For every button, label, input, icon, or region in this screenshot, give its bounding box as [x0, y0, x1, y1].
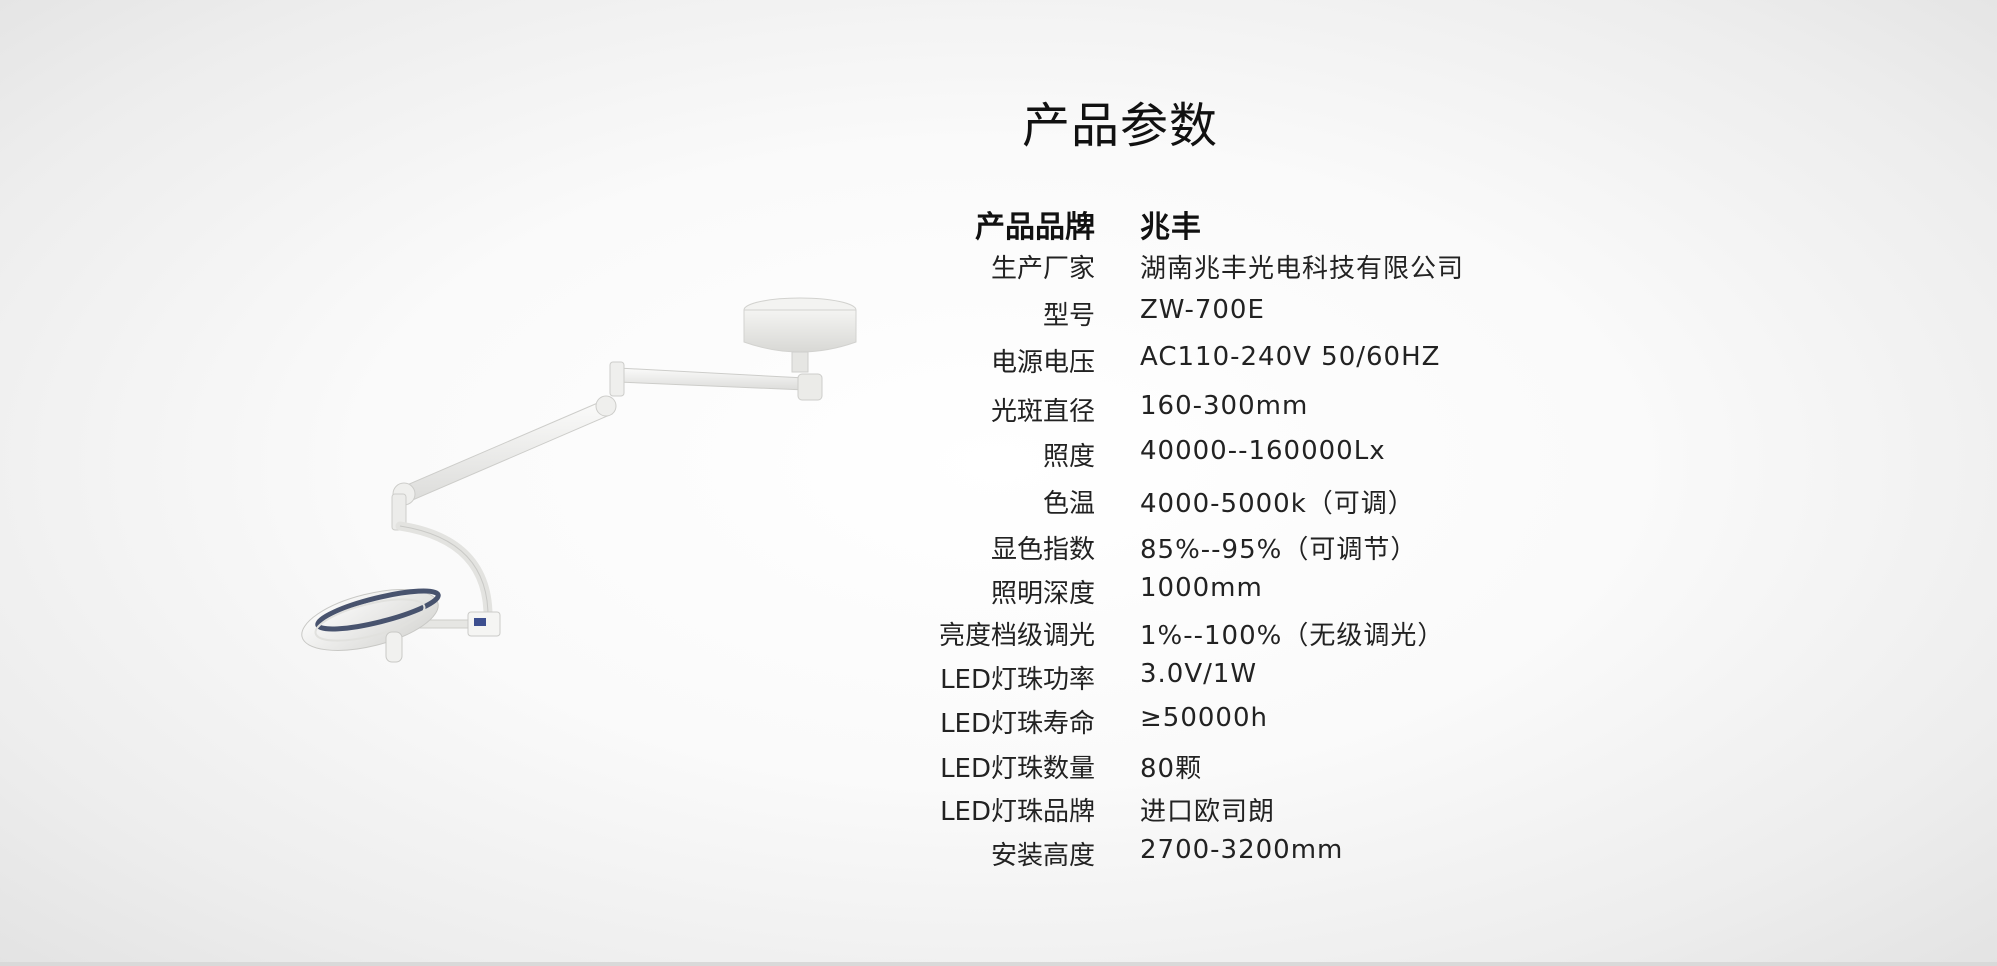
spec-value: 40000--160000Lx [1140, 436, 1386, 466]
spec-label: 型号 [1042, 301, 1095, 331]
spec-row: 照度 40000--160000Lx [0, 436, 1997, 476]
spec-row: 生产厂家 湖南兆丰光电科技有限公司 [0, 248, 1997, 288]
spec-label: 生产厂家 [990, 254, 1095, 284]
spec-label: 光斑直径 [990, 397, 1095, 427]
spec-value: ≥50000h [1140, 703, 1268, 733]
spec-label: 显色指数 [990, 535, 1095, 565]
spec-value: 4000-5000k（可调） [1140, 489, 1415, 519]
spec-label: LED灯珠寿命 [940, 709, 1095, 739]
spec-row: LED灯珠功率 3.0V/1W [0, 659, 1997, 699]
spec-label: 产品品牌 [975, 210, 1095, 245]
spec-label: 安装高度 [990, 841, 1095, 871]
spec-value: 3.0V/1W [1140, 659, 1258, 689]
spec-value: 80颗 [1140, 754, 1203, 784]
spec-row: 照明深度 1000mm [0, 573, 1997, 613]
spec-value: 进口欧司朗 [1140, 797, 1276, 827]
spec-label: LED灯珠品牌 [940, 797, 1095, 827]
spec-value: 兆丰 [1140, 210, 1202, 245]
spec-value: 85%--95%（可调节） [1140, 535, 1418, 565]
spec-label: LED灯珠数量 [940, 754, 1095, 784]
spec-label: 亮度档级调光 [938, 621, 1095, 651]
spec-label: LED灯珠功率 [940, 665, 1095, 695]
spec-row: 产品品牌 兆丰 [0, 202, 1997, 245]
spec-row: LED灯珠品牌 进口欧司朗 [0, 791, 1997, 831]
spec-label: 色温 [1042, 489, 1095, 519]
spec-row: LED灯珠数量 80颗 [0, 748, 1997, 788]
spec-label: 电源电压 [990, 348, 1095, 378]
spec-row: 电源电压 AC110-240V 50/60HZ [0, 342, 1997, 382]
spec-row: 光斑直径 160-300mm [0, 391, 1997, 431]
spec-value: 1000mm [1140, 573, 1263, 603]
spec-label: 照度 [1042, 442, 1095, 472]
page-title: 产品参数 [1021, 98, 1218, 154]
spec-value: 160-300mm [1140, 391, 1309, 421]
spec-row: LED灯珠寿命 ≥50000h [0, 703, 1997, 743]
bottom-divider [0, 962, 1997, 966]
spec-value: AC110-240V 50/60HZ [1140, 342, 1441, 372]
spec-value: ZW-700E [1140, 295, 1265, 325]
spec-row: 型号 ZW-700E [0, 295, 1997, 335]
spec-label: 照明深度 [990, 579, 1095, 609]
spec-row: 显色指数 85%--95%（可调节） [0, 529, 1997, 569]
spec-row: 安装高度 2700-3200mm [0, 835, 1997, 875]
spec-value: 湖南兆丰光电科技有限公司 [1140, 254, 1465, 284]
spec-value: 2700-3200mm [1140, 835, 1344, 865]
spec-row: 色温 4000-5000k（可调） [0, 483, 1997, 523]
spec-row: 亮度档级调光 1%--100%（无级调光） [0, 615, 1997, 655]
spec-table: 产品品牌 兆丰 生产厂家 湖南兆丰光电科技有限公司 型号 ZW-700E 电源电… [0, 188, 1997, 888]
spec-value: 1%--100%（无级调光） [1140, 621, 1445, 651]
